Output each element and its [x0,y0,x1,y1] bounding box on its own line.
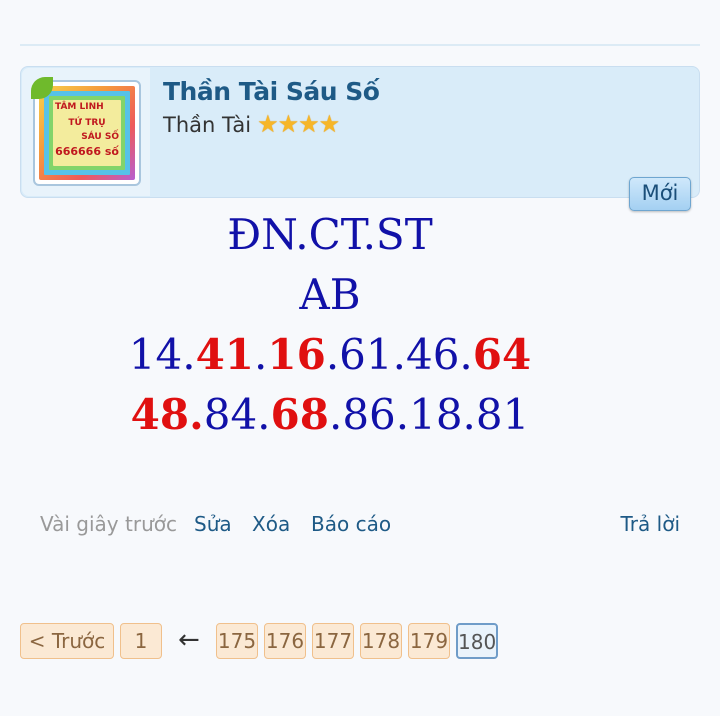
body-line-2: AB [299,270,361,319]
avatar-text: 666666 số [55,145,119,158]
post-actions: Vài giây trước Sửa Xóa Báo cáo Trả lời [40,512,680,540]
star-icon: ★ [257,111,279,138]
number-segment: 84. [203,390,271,439]
top-divider [20,44,700,46]
avatar-container: TÂM LINH TỨ TRỤ SÁU SỐ 666666 số [22,68,150,196]
star-icon: ★ [318,111,341,138]
avatar-text: SÁU SỐ [81,132,119,142]
avatar-text: TÂM LINH [55,102,104,112]
avatar[interactable]: TÂM LINH TỨ TRỤ SÁU SỐ 666666 số [33,80,141,186]
page-button[interactable]: 177 [312,623,354,659]
number-segment: .61.46. [325,330,473,379]
number-segment: 16 [267,330,326,379]
prev-page-button[interactable]: < Trước [20,623,114,659]
number-segment: 41 [195,330,255,379]
rank-row: Thần Tài ★ ★ ★ ★ [163,111,341,138]
page-button[interactable]: 176 [264,623,306,659]
reply-link[interactable]: Trả lời [621,512,680,536]
body-line-3: 14.41.16.61.46.64 [0,325,660,385]
page-button[interactable]: 175 [216,623,258,659]
avatar-image: TÂM LINH TỨ TRỤ SÁU SỐ 666666 số [39,86,135,180]
poster-name[interactable]: Thần Tài Sáu Số [163,77,380,106]
number-segment: .86.18.81 [328,390,530,439]
edit-link[interactable]: Sửa [194,512,232,536]
current-page: 180 [456,623,498,659]
left-arrow-icon: ← [178,625,200,655]
post-body: ĐN.CT.ST AB 14.41.16.61.46.64 48.84.68.8… [0,205,660,445]
star-icon: ★ [298,111,320,138]
delete-link[interactable]: Xóa [252,512,290,536]
report-link[interactable]: Báo cáo [311,512,391,536]
body-line-4: 48.84.68.86.18.81 [0,385,660,445]
number-segment: 64 [472,330,532,379]
body-line-1: ĐN.CT.ST [227,210,433,259]
number-segment: 14. [128,330,196,379]
post-timestamp: Vài giây trước [40,512,177,536]
post-header: TÂM LINH TỨ TRỤ SÁU SỐ 666666 số Thần Tà… [20,66,700,211]
number-segment: 48. [130,390,204,439]
star-icon: ★ [277,111,300,138]
avatar-text: TỨ TRỤ [68,118,106,128]
page-button[interactable]: 179 [408,623,450,659]
page-button[interactable]: 1 [120,623,162,659]
rank-label: Thần Tài [163,113,252,137]
number-segment: . [254,330,268,379]
page-button[interactable]: 178 [360,623,402,659]
number-segment: 68 [270,390,329,439]
